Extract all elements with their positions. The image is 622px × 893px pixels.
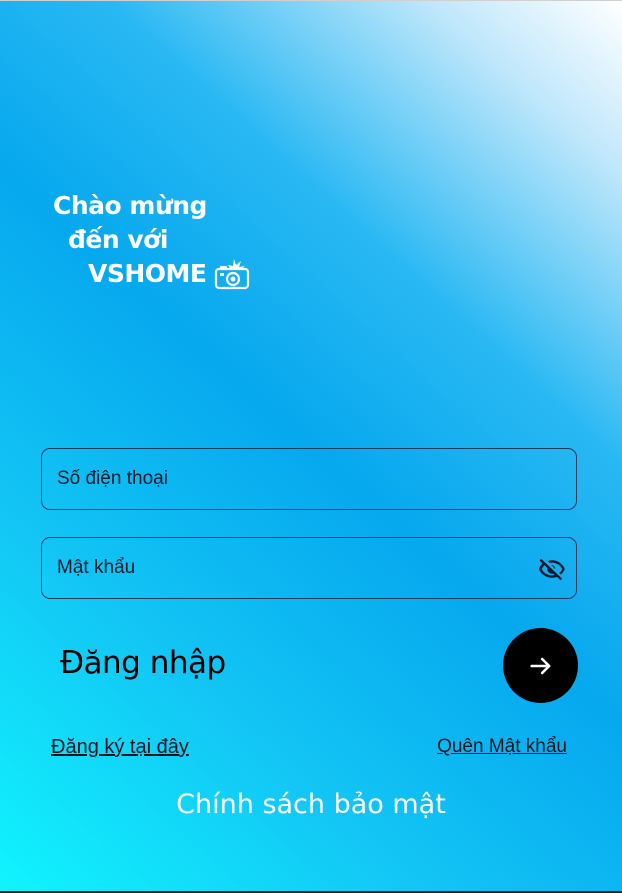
app-name: VSHOME <box>88 259 207 288</box>
welcome-line-1: Chào mừng <box>53 191 207 220</box>
phone-placeholder: Số điện thoại <box>57 468 168 489</box>
privacy-policy-link[interactable]: Chính sách bảo mật <box>0 789 622 820</box>
welcome-line-2: đến với <box>68 225 168 254</box>
forgot-password-link[interactable]: Quên Mật khẩu <box>437 736 567 758</box>
welcome-heading: Chào mừng đến với VSHOME <box>53 189 250 291</box>
login-submit-button[interactable] <box>503 628 578 703</box>
register-link[interactable]: Đăng ký tại đây <box>51 736 189 759</box>
arrow-right-icon <box>529 657 550 674</box>
password-input[interactable]: Mật khẩu <box>41 537 577 599</box>
phone-input[interactable]: Số điện thoại <box>41 448 577 510</box>
eye-off-icon[interactable] <box>538 555 566 583</box>
welcome-line-3-row: VSHOME <box>53 257 250 291</box>
camera-with-flash-icon <box>215 259 250 290</box>
login-label: Đăng nhập <box>60 645 226 681</box>
password-placeholder: Mật khẩu <box>57 557 136 578</box>
login-screen: Chào mừng đến với VSHOME Số điện thoại M… <box>0 0 622 893</box>
